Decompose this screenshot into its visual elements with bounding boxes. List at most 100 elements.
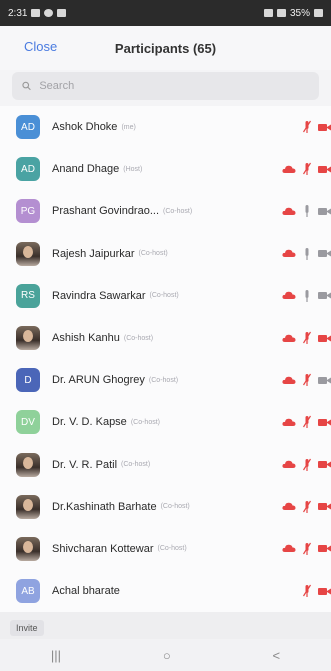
participant-row[interactable]: PG Prashant Govindrao... (Co-host) [0,190,331,232]
participant-row[interactable]: RS Ravindra Sawarkar (Co-host) [0,275,331,317]
participant-row[interactable]: Rajesh Jaipurkar (Co-host) [0,233,331,275]
participant-row[interactable]: Ashish Kanhu (Co-host) [0,317,331,359]
participant-row[interactable]: DV Dr. V. D. Kapse (Co-host) [0,401,331,443]
avatar: PG [16,199,40,224]
participant-row[interactable]: AD Ashok Dhoke (me) [0,106,331,148]
video-off-icon [318,418,331,426]
signal-icon [276,9,286,17]
avatar: RS [16,283,40,308]
participant-status-icons [282,415,331,429]
wifi-icon [263,9,273,17]
avatar: DV [16,410,40,435]
participant-role: (Co-host) [130,418,160,426]
participant-role: (Co-host) [138,250,168,258]
avatar [16,494,40,519]
participant-name: Dr. V. D. Kapse [52,416,127,429]
video-off-icon [318,461,331,469]
home-button[interactable]: ○ [163,648,171,663]
participant-row[interactable]: D Dr. ARUN Ghogrey (Co-host) [0,359,331,401]
avatar: AB [16,579,40,604]
participant-name: Dr. ARUN Ghogrey [52,374,145,387]
participant-status-icons [282,542,331,556]
video-off-icon [318,123,331,131]
participant-name: Ravindra Sawarkar [52,289,146,302]
participant-name: Ashish Kanhu [52,332,120,345]
participant-name: Dr. V. R. Patil [52,458,118,471]
participant-list: AD Ashok Dhoke (me) AD Anand Dhage (Host) PG Pr… [0,106,331,613]
avatar-photo [23,540,33,553]
cloud-icon [282,503,296,511]
participant-name: Prashant Govindrao... [52,205,160,218]
cloud-icon [282,292,296,300]
avatar-photo [23,330,33,343]
participant-role: (me) [121,123,136,131]
close-button[interactable]: Close [24,39,57,54]
mic-muted-icon [303,162,311,176]
mic-muted-icon [303,416,311,429]
participant-role: (Co-host) [149,292,179,300]
avatar [16,326,40,351]
participant-role: (Co-host) [157,545,187,553]
mic-icon [305,289,309,302]
video-off-icon [318,334,331,342]
search-input[interactable] [37,79,309,93]
participant-name: Achal bharate [52,585,120,598]
participant-status-icons [282,289,331,303]
mic-muted-icon [303,500,311,513]
header: Close Participants (65) [0,26,331,70]
video-off-icon [318,587,331,595]
recents-button[interactable]: ||| [51,648,61,663]
video-icon [318,207,331,215]
participant-row[interactable]: AD Anand Dhage (Host) [0,148,331,190]
avatar: D [16,368,40,393]
participant-name: Dr.Kashinath Barhate [52,500,157,513]
participant-status-icons [282,373,331,387]
avatar: AD [16,115,40,140]
search-bar[interactable] [12,72,319,100]
video-off-icon [318,545,331,553]
participant-row[interactable]: Dr.Kashinath Barhate (Co-host) [0,486,331,528]
video-icon [318,376,331,384]
avatar-photo [23,456,33,469]
battery-icon [314,9,323,17]
avatar: AD [16,157,40,182]
participant-row[interactable]: AB Achal bharate [0,570,331,612]
participant-name: Anand Dhage [52,163,120,176]
cloud-icon [282,334,296,342]
video-off-icon [318,503,331,511]
cloud-icon [282,249,296,258]
avatar [16,536,40,561]
participant-status-icons [282,247,331,261]
system-nav-bar: ||| ○ < [0,639,331,671]
back-button[interactable]: < [272,648,280,663]
status-bar: 2:31 35% [0,0,331,26]
participant-row[interactable]: Dr. V. R. Patil (Co-host) [0,444,331,486]
cloud-icon [282,418,296,426]
mic-muted-icon [303,331,311,345]
avatar [16,452,40,477]
mic-muted-icon [303,542,311,555]
participant-status-icons [282,500,331,514]
avatar [16,241,40,266]
notification-icon [44,9,54,17]
video-icon [318,292,331,300]
invite-button[interactable]: Invite [10,619,44,636]
participant-name: Ashok Dhoke [52,121,118,134]
avatar-photo [23,245,33,258]
cloud-icon [282,165,296,173]
participant-row[interactable]: Shivcharan Kottewar (Co-host) [0,528,331,570]
status-time: 2:31 [8,7,28,19]
participant-role: (Co-host) [121,461,151,469]
participant-name: Shivcharan Kottewar [52,542,154,555]
video-off-icon [318,165,331,173]
mic-muted-icon [303,120,311,134]
notification-icon [57,9,67,17]
participant-role: (Host) [123,165,143,173]
participant-status-icons [282,331,331,345]
participant-role: (Co-host) [163,207,193,215]
participant-role: (Co-host) [160,503,190,511]
participant-role: (Co-host) [148,376,179,384]
mic-icon [305,247,309,260]
cloud-icon [282,460,296,469]
participant-status-icons [282,458,331,472]
